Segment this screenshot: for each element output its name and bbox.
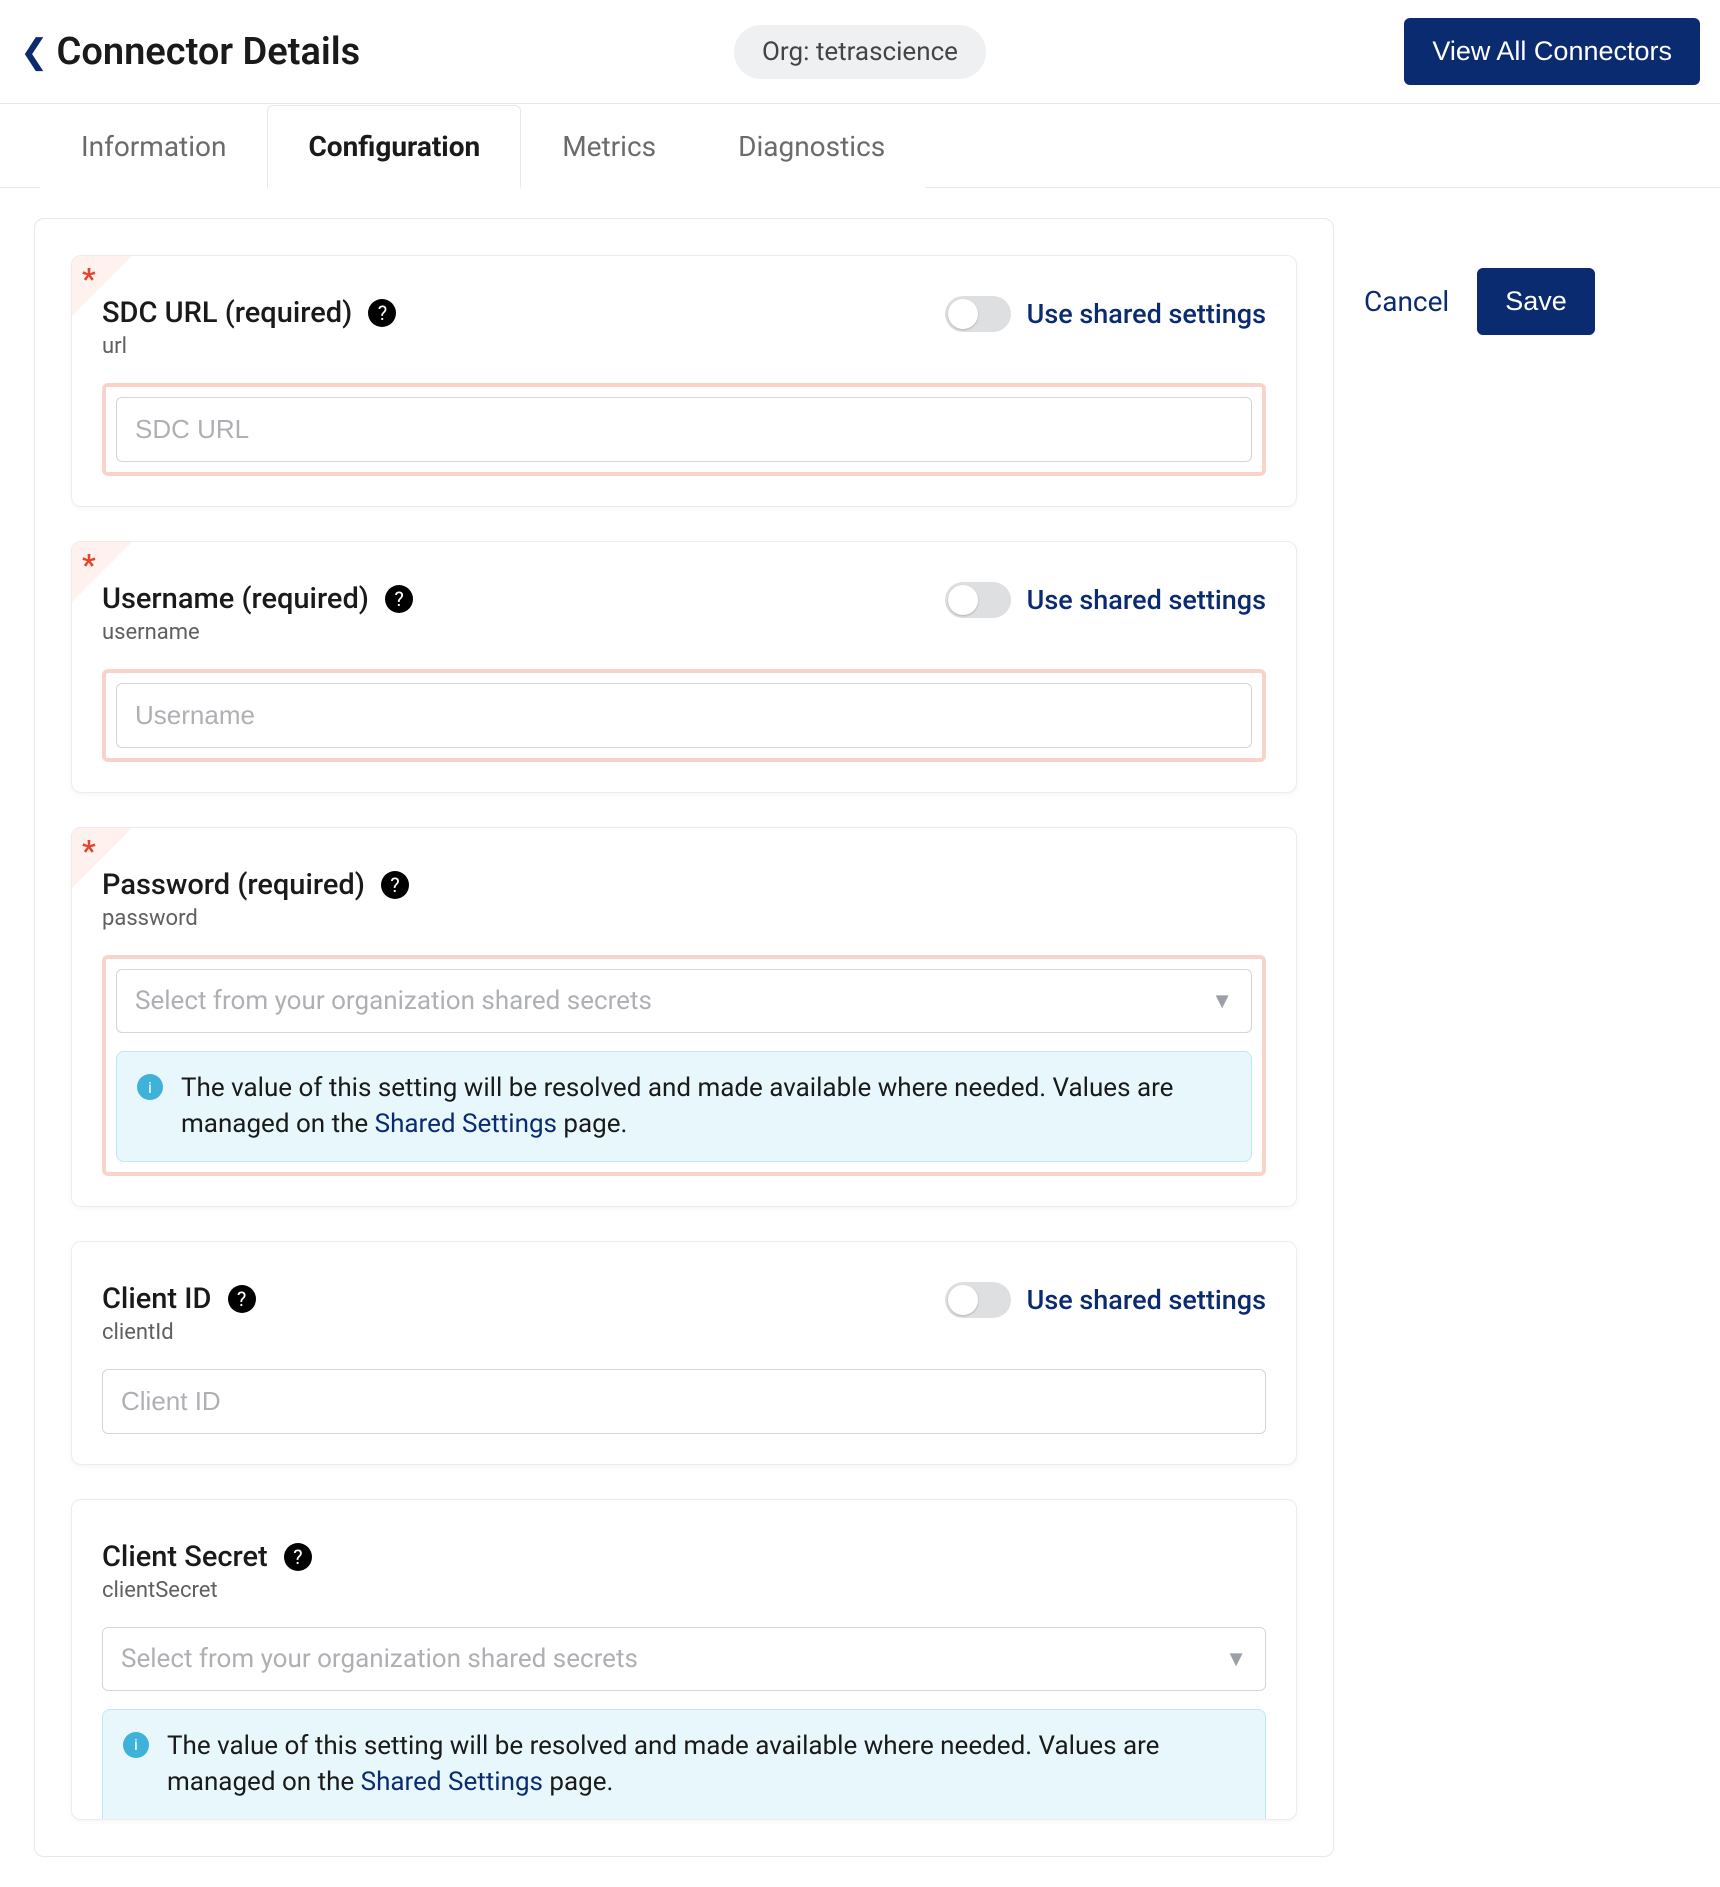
page-header: ❮ Connector Details Org: tetrascience Vi… — [0, 0, 1720, 104]
required-star-icon: * — [82, 548, 96, 583]
field-card-client-id: Client ID ? clientId Use shared settings — [71, 1241, 1297, 1465]
field-slug: url — [102, 334, 396, 359]
field-label: Password (required) — [102, 868, 365, 902]
required-corner — [72, 828, 132, 888]
client-secret-select[interactable]: Select from your organization shared sec… — [102, 1627, 1266, 1691]
tabs: Information Configuration Metrics Diagno… — [0, 104, 1720, 188]
config-form-panel: * SDC URL (required) ? url Use shared se… — [34, 218, 1334, 1857]
tab-configuration[interactable]: Configuration — [267, 105, 521, 188]
field-label: Client Secret — [102, 1540, 268, 1574]
field-card-username: * Username (required) ? username Use sha… — [71, 541, 1297, 793]
help-icon[interactable]: ? — [381, 871, 409, 899]
use-shared-toggle[interactable] — [945, 582, 1011, 618]
shared-settings-link[interactable]: Shared Settings — [375, 1109, 557, 1139]
chevron-down-icon: ▼ — [1225, 1646, 1247, 1672]
username-input[interactable] — [116, 683, 1252, 748]
tab-diagnostics[interactable]: Diagnostics — [697, 105, 926, 188]
field-slug: clientSecret — [102, 1578, 312, 1603]
info-text-pre: The value of this setting will be resolv… — [167, 1731, 1159, 1797]
sdc-url-input[interactable] — [116, 397, 1252, 462]
use-shared-toggle[interactable] — [945, 1282, 1011, 1318]
org-badge: Org: tetrascience — [734, 25, 986, 79]
info-banner: i The value of this setting will be reso… — [102, 1709, 1266, 1819]
required-corner — [72, 256, 132, 316]
field-slug: clientId — [102, 1320, 256, 1345]
password-secret-select[interactable]: Select from your organization shared sec… — [116, 969, 1252, 1033]
tab-metrics[interactable]: Metrics — [521, 105, 697, 188]
info-text: The value of this setting will be resolv… — [181, 1070, 1231, 1143]
help-icon[interactable]: ? — [284, 1543, 312, 1571]
help-icon[interactable]: ? — [228, 1285, 256, 1313]
info-text-pre: The value of this setting will be resolv… — [181, 1073, 1173, 1139]
field-card-client-secret: Client Secret ? clientSecret Select from… — [71, 1499, 1297, 1820]
select-placeholder: Select from your organization shared sec… — [121, 1644, 638, 1674]
client-id-input[interactable] — [102, 1369, 1266, 1434]
shared-settings-link[interactable]: Shared Settings — [361, 1767, 543, 1797]
info-text: The value of this setting will be resolv… — [167, 1728, 1245, 1801]
use-shared-label: Use shared settings — [1027, 298, 1266, 330]
form-actions: Cancel Save — [1364, 218, 1595, 335]
required-star-icon: * — [82, 262, 96, 297]
save-button[interactable]: Save — [1477, 268, 1595, 335]
page-title: Connector Details — [57, 30, 361, 74]
field-slug: password — [102, 906, 409, 931]
info-icon: i — [137, 1074, 163, 1100]
info-text-post: page. — [557, 1109, 627, 1139]
help-icon[interactable]: ? — [385, 585, 413, 613]
use-shared-label: Use shared settings — [1027, 1284, 1266, 1316]
field-label: Client ID — [102, 1282, 211, 1316]
field-label: Username (required) — [102, 582, 369, 616]
cancel-link[interactable]: Cancel — [1364, 285, 1449, 318]
input-error-border — [102, 383, 1266, 476]
chevron-down-icon: ▼ — [1211, 988, 1233, 1014]
field-label: SDC URL (required) — [102, 296, 352, 330]
required-corner — [72, 542, 132, 602]
input-error-border — [102, 669, 1266, 762]
use-shared-toggle[interactable] — [945, 296, 1011, 332]
back-chevron-icon[interactable]: ❮ — [20, 35, 49, 69]
info-banner: i The value of this setting will be reso… — [116, 1051, 1252, 1162]
select-placeholder: Select from your organization shared sec… — [135, 986, 652, 1016]
view-all-connectors-button[interactable]: View All Connectors — [1404, 18, 1700, 85]
info-icon: i — [123, 1732, 149, 1758]
use-shared-label: Use shared settings — [1027, 584, 1266, 616]
help-icon[interactable]: ? — [368, 299, 396, 327]
tab-information[interactable]: Information — [40, 105, 267, 188]
field-slug: username — [102, 620, 413, 645]
required-star-icon: * — [82, 834, 96, 869]
field-card-sdc-url: * SDC URL (required) ? url Use shared se… — [71, 255, 1297, 507]
info-text-post: page. — [543, 1767, 613, 1797]
input-error-border: Select from your organization shared sec… — [102, 955, 1266, 1176]
field-card-password: * Password (required) ? password Select … — [71, 827, 1297, 1207]
